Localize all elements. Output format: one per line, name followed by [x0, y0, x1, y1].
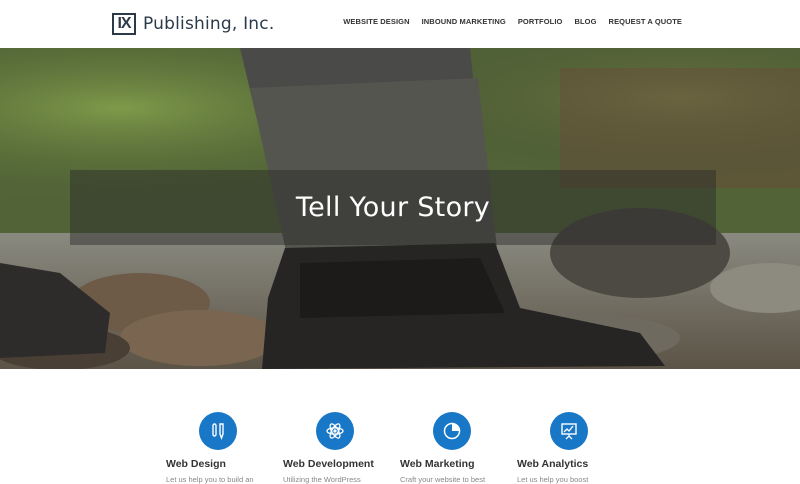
nav-request-a-quote[interactable]: REQUEST A QUOTE [609, 17, 682, 26]
site-logo[interactable]: IX Publishing, Inc. [112, 11, 274, 37]
nav-blog[interactable]: BLOG [574, 17, 596, 26]
pen-tools-icon [199, 412, 237, 450]
pie-chart-icon [433, 412, 471, 450]
hero-title: Tell Your Story [295, 192, 491, 223]
service-web-analytics[interactable]: Web Analytics Let us help you boost [517, 412, 627, 484]
service-title: Web Design [166, 458, 226, 470]
nav-website-design[interactable]: WEBSITE DESIGN [343, 17, 409, 26]
logo-mark: IX [112, 13, 136, 35]
hero-title-band: Tell Your Story [70, 170, 716, 245]
site-header: IX Publishing, Inc. WEBSITE DESIGN INBOU… [0, 0, 800, 48]
service-title: Web Development [283, 458, 374, 470]
service-web-marketing[interactable]: Web Marketing Craft your website to best [400, 412, 510, 484]
nav-portfolio[interactable]: PORTFOLIO [518, 17, 563, 26]
main-nav: WEBSITE DESIGN INBOUND MARKETING PORTFOL… [343, 17, 682, 26]
services-section: Web Design Let us help you to build an W… [0, 369, 800, 484]
nav-inbound-marketing[interactable]: INBOUND MARKETING [422, 17, 506, 26]
hero-banner: Tell Your Story [0, 48, 800, 369]
service-title: Web Marketing [400, 458, 475, 470]
atom-icon [316, 412, 354, 450]
service-title: Web Analytics [517, 458, 589, 470]
service-web-design[interactable]: Web Design Let us help you to build an [166, 412, 276, 484]
service-web-development[interactable]: Web Development Utilizing the WordPress [283, 412, 393, 484]
logo-text: Publishing, Inc. [143, 14, 275, 34]
presentation-chart-icon [550, 412, 588, 450]
